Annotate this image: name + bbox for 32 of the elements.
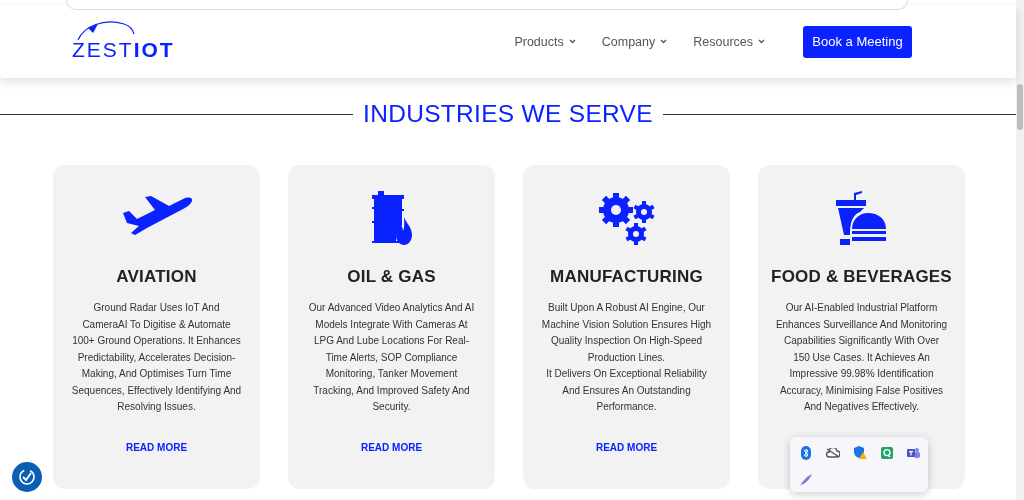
drink-and-burger-icon <box>835 191 888 247</box>
pen-icon[interactable] <box>798 472 813 487</box>
book-meeting-button[interactable]: Book a Meeting <box>803 25 912 58</box>
card-title: AVIATION <box>116 267 197 287</box>
nav-menu[interactable]: Company <box>601 34 668 49</box>
oil-barrel-flame-icon <box>369 191 414 247</box>
teams-icon[interactable] <box>907 446 920 459</box>
nav-menu[interactable]: Products <box>514 34 576 49</box>
card-description: Our Advanced Video Analytics And AI Models Integrate With Cameras At LPG And Lube Locations For Real-Time Alerts, SOP Compliance Monitoring, Tanker Movement Tracking, And Improved Safety And Security. <box>307 301 476 414</box>
bluetooth-icon[interactable] <box>800 445 811 460</box>
gears-icon <box>597 192 656 246</box>
chevron-down-icon <box>758 39 765 44</box>
accessibility-check-icon <box>17 467 37 487</box>
card-title: OIL & GAS <box>347 267 436 287</box>
shield-warning-icon[interactable] <box>852 446 867 459</box>
card-description: Our AI-Enabled Industrial Platform Enhances Surveillance And Monitoring Capabilities Significantly With Over 150 Use Cases. It Achieves An Impressive 99.98% Identification Accuracy, Minimising False Positives And Negatives Effectively. <box>775 301 948 414</box>
cloud-icon[interactable] <box>825 447 840 458</box>
card-description: Built Upon A Robust AI Engine, Our Machine Vision Solution Ensures High Quality Inspection On High-Speed Production Lines. It Delivers On Exceptional Reliability And Ensures An Outstanding Performance. <box>540 301 713 414</box>
card-title: FOOD & BEVERAGES <box>771 267 952 287</box>
nav-menu[interactable]: Resources <box>693 34 765 49</box>
card-description: Ground Radar Uses IoT And CameraAI To Digitise & Automate 100+ Ground Operations. It Enhances Predictability, Accelerates Decision-Making, And Optimises Turn Time Sequences, Effectively Identifying And Resolving Issues. <box>70 301 243 414</box>
chevron-down-icon <box>568 39 576 44</box>
scrollbar-thumb[interactable] <box>1017 84 1023 130</box>
card-title: MANUFACTURING <box>550 267 703 287</box>
q-app-icon[interactable] <box>880 446 893 459</box>
read-more-link[interactable]: READ MORE <box>125 442 188 453</box>
zestiot-logo[interactable]: ZESTIOT <box>72 21 175 62</box>
read-more-link[interactable]: READ MORE <box>595 442 658 453</box>
read-more-link[interactable]: READ MORE <box>360 442 423 453</box>
section-heading: INDUSTRIES WE SERVE <box>363 100 653 128</box>
chevron-down-icon <box>660 39 668 44</box>
accessibility-button[interactable] <box>12 462 42 492</box>
